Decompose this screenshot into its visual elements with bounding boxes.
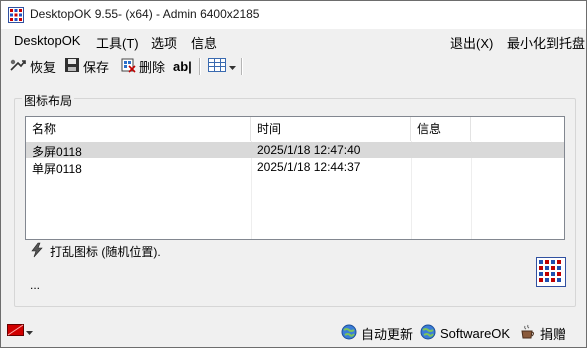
menu-options[interactable]: 选项	[151, 33, 177, 52]
desktopok-logo-icon[interactable]	[536, 257, 566, 287]
column-header-time[interactable]: 时间	[251, 117, 411, 141]
chevron-down-icon	[26, 324, 33, 339]
group-title: 图标布局	[22, 92, 75, 109]
shuffle-icons-link[interactable]: 打乱图标 (随机位置).	[29, 242, 161, 261]
delete-button[interactable]: 删除	[120, 57, 165, 75]
autoupdate-label: 自动更新	[361, 327, 414, 342]
title-bar[interactable]: DesktopOK 9.55- (x64) - Admin 6400x2185	[1, 1, 586, 29]
table-row[interactable]: 单屏0118 2025/1/18 12:44:37	[26, 159, 564, 176]
row-time: 2025/1/18 12:44:37	[257, 160, 361, 174]
grid-view-icon	[208, 57, 226, 75]
toolbar-separator	[199, 58, 201, 75]
toolbar: 恢复 保存 删除 ab|	[1, 53, 586, 79]
column-header-name[interactable]: 名称	[26, 117, 251, 141]
donate-button[interactable]: 捐赠	[520, 324, 566, 343]
row-name: 单屏0118	[32, 162, 82, 176]
ellipsis-text: ...	[30, 278, 41, 292]
restore-icon	[9, 57, 27, 76]
menu-desktopok[interactable]: DesktopOK	[14, 33, 80, 48]
layout-list[interactable]: 名称 时间 信息 多屏0118 2025/1/18 12:47:40 单屏011…	[25, 116, 565, 240]
row-name: 多屏0118	[32, 145, 82, 159]
toolbar-separator	[241, 58, 243, 75]
chevron-down-icon	[229, 59, 236, 74]
color-picker-dropdown[interactable]	[7, 324, 33, 339]
table-row[interactable]: 多屏0118 2025/1/18 12:47:40	[26, 142, 564, 159]
restore-button[interactable]: 恢复	[9, 57, 56, 75]
column-header-info[interactable]: 信息	[411, 117, 471, 141]
globe-icon	[341, 324, 357, 343]
menu-bar: DesktopOK 工具(T) 选项 信息 退出(X) 最小化到托盘	[1, 29, 586, 51]
floppy-disk-icon	[64, 57, 80, 76]
delete-icon	[120, 57, 136, 76]
view-dropdown-button[interactable]	[208, 57, 236, 75]
restore-label: 恢复	[30, 59, 57, 75]
list-header: 名称 时间 信息	[26, 117, 564, 141]
shuffle-icons-label: 打乱图标 (随机位置).	[50, 245, 161, 259]
softwareok-label: SoftwareOK	[440, 326, 511, 341]
row-time: 2025/1/18 12:47:40	[257, 143, 361, 157]
save-button[interactable]: 保存	[64, 57, 109, 75]
coffee-cup-icon	[520, 324, 536, 343]
menu-tools[interactable]: 工具(T)	[96, 33, 139, 52]
menu-info[interactable]: 信息	[191, 33, 217, 52]
rename-button[interactable]: ab|	[173, 57, 192, 75]
red-swatch-icon	[7, 324, 24, 339]
globe-icon	[420, 324, 436, 343]
menu-minimize-to-tray[interactable]: 最小化到托盘	[507, 33, 585, 52]
softwareok-link[interactable]: SoftwareOK	[420, 324, 510, 343]
menu-exit[interactable]: 退出(X)	[450, 33, 493, 52]
autoupdate-button[interactable]: 自动更新	[341, 324, 413, 343]
save-label: 保存	[83, 59, 110, 75]
donate-label: 捐赠	[540, 327, 567, 342]
lightning-icon	[29, 242, 45, 261]
app-window: DesktopOK 9.55- (x64) - Admin 6400x2185 …	[0, 0, 587, 348]
window-title: DesktopOK 9.55- (x64) - Admin 6400x2185	[30, 7, 260, 21]
rename-label: ab|	[173, 58, 192, 74]
delete-label: 删除	[139, 59, 166, 75]
desktopok-app-icon[interactable]	[8, 7, 24, 23]
status-bar: 自动更新 SoftwareOK 捐赠	[1, 319, 586, 347]
